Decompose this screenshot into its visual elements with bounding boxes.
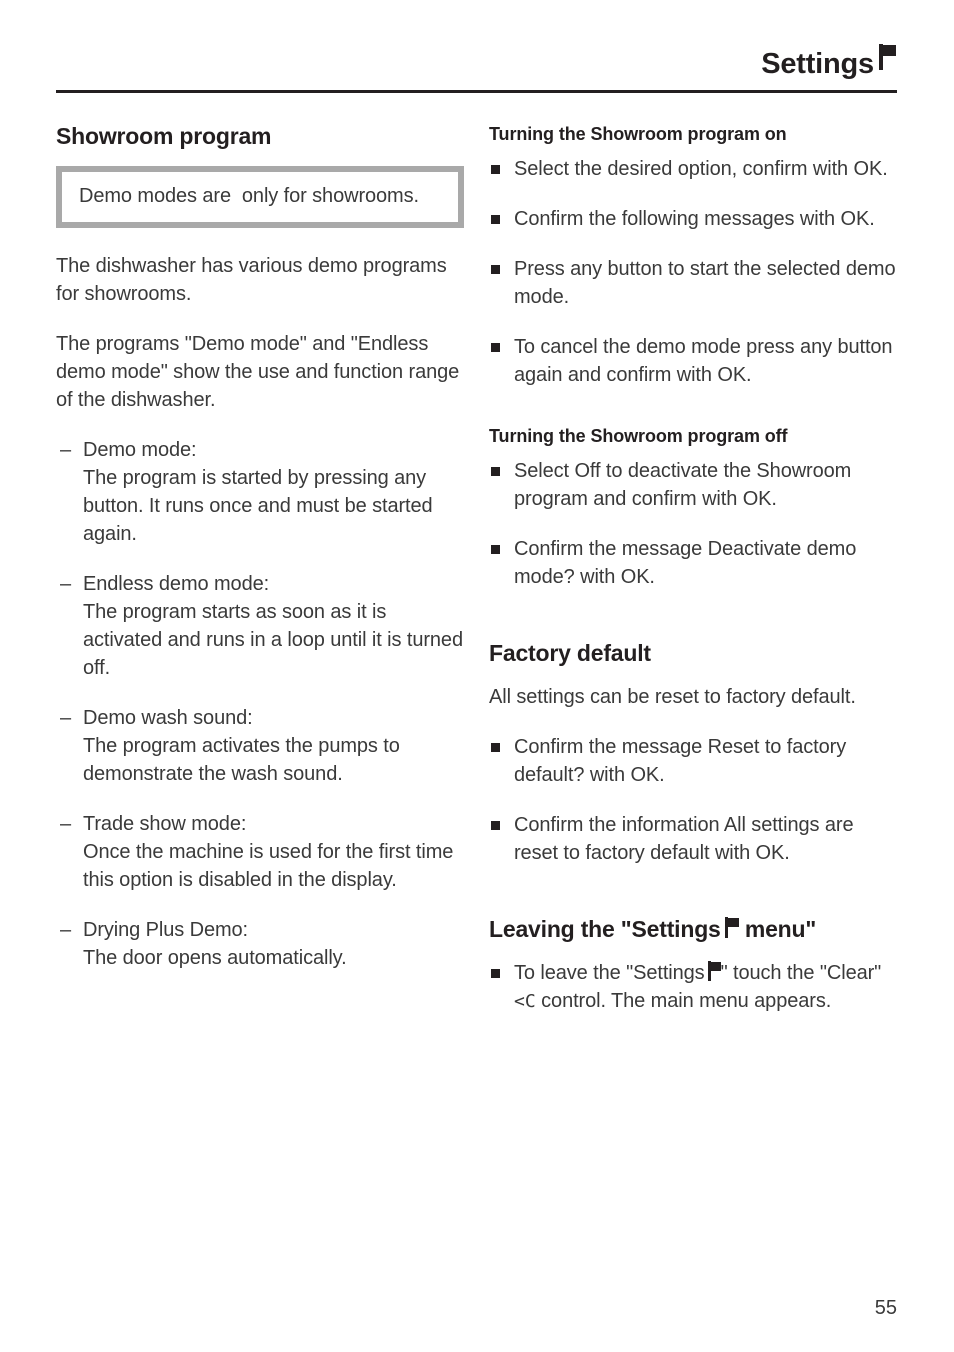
section-title-factory-default: Factory default [489, 640, 651, 666]
square-bullet-icon [491, 265, 500, 274]
list-item: – Endless demo mode: The program starts … [56, 570, 464, 682]
list-item-text-part3: control. The main menu appears. [541, 990, 832, 1012]
running-header: Settings [56, 44, 897, 81]
list-item-description: The program starts as soon as it is acti… [83, 601, 463, 679]
left-column: Showroom program Demo modes are only for… [56, 122, 464, 994]
subtitle-turning-showroom-on: Turning the Showroom program on [489, 124, 787, 144]
square-bullet-icon [491, 467, 500, 476]
list-item: To cancel the demo mode press any button… [489, 333, 897, 389]
paragraph-factory-default: All settings can be reset to factory def… [489, 686, 856, 708]
list-item-description: Once the machine is used for the first t… [83, 841, 454, 891]
list-item: Select the desired option, confirm with … [489, 155, 897, 183]
page-title: Settings [761, 47, 874, 80]
page-number: 55 [874, 1297, 897, 1319]
list-item: To leave the "Settings " touch the "Clear… [489, 959, 897, 1016]
list-item-term: Demo mode: [83, 439, 197, 461]
square-bullet-icon [491, 743, 500, 752]
list-item-term: Trade show mode: [83, 813, 247, 835]
square-bullet-icon [491, 215, 500, 224]
turning-on-steps: Select the desired option, confirm with … [489, 155, 897, 389]
paragraph-demo-programs: The programs "Demo mode" and "Endless de… [56, 333, 460, 411]
section-title-showroom-program: Showroom program [56, 123, 272, 149]
factory-default-steps: Confirm the message Reset to factory def… [489, 733, 897, 867]
list-item: Press any button to start the selected d… [489, 255, 897, 311]
list-item-text: To cancel the demo mode press any button… [514, 336, 893, 386]
list-item-text: Confirm the message Reset to factory def… [514, 736, 847, 786]
flag-icon [724, 917, 739, 938]
leaving-title-part1: Leaving the "Settings [489, 916, 721, 942]
list-item-term: Endless demo mode: [83, 573, 270, 595]
list-item-term: Demo wash sound: [83, 707, 253, 729]
leaving-title-part2: menu" [744, 916, 817, 942]
list-item-text-part1: To leave the "Settings [514, 962, 705, 984]
paragraph-dishwasher-demo: The dishwasher has various demo programs… [56, 255, 447, 305]
leaving-menu-steps: To leave the "Settings " touch the "Clear… [489, 959, 897, 1016]
list-item-text-part2: " touch the "Clear" [720, 962, 882, 984]
list-item-text: Select the desired option, confirm with … [514, 158, 888, 180]
note-box: Demo modes are only for showrooms. [56, 166, 464, 228]
right-column: Turning the Showroom program on Select t… [489, 122, 897, 1038]
list-item-text: Select Off to deactivate the Showroom pr… [514, 460, 852, 510]
list-item: Confirm the message Deactivate demo mode… [489, 535, 897, 591]
list-item-description: The program is started by pressing any b… [83, 467, 433, 545]
dash-marker: – [60, 813, 72, 835]
list-item: – Drying Plus Demo: The door opens autom… [56, 916, 464, 972]
square-bullet-icon [491, 969, 500, 978]
turning-off-steps: Select Off to deactivate the Showroom pr… [489, 457, 897, 591]
dash-marker: – [60, 439, 72, 461]
list-item-description: The program activates the pumps to demon… [83, 735, 400, 785]
list-item: Confirm the message Reset to factory def… [489, 733, 897, 789]
list-item: – Trade show mode: Once the machine is u… [56, 810, 464, 894]
note-box-text: Demo modes are only for showrooms. [79, 185, 419, 207]
flag-icon [879, 44, 896, 70]
subtitle-turning-showroom-off: Turning the Showroom program off [489, 426, 788, 446]
square-bullet-icon [491, 343, 500, 352]
dash-marker: – [60, 707, 72, 729]
square-bullet-icon [491, 545, 500, 554]
list-item: – Demo mode: The program is started by p… [56, 436, 464, 548]
list-item: Confirm the information All settings are… [489, 811, 897, 867]
square-bullet-icon [491, 165, 500, 174]
list-item-text: Press any button to start the selected d… [514, 258, 896, 308]
dash-marker: – [60, 919, 72, 941]
header-divider [56, 90, 897, 93]
list-item-term: Drying Plus Demo: [83, 919, 249, 941]
list-item: Confirm the following messages with OK. [489, 205, 897, 233]
list-item: Select Off to deactivate the Showroom pr… [489, 457, 897, 513]
demo-mode-list: – Demo mode: The program is started by p… [56, 436, 464, 972]
square-bullet-icon [491, 821, 500, 830]
list-item-description: The door opens automatically. [83, 947, 347, 969]
flag-icon [707, 961, 721, 981]
list-item-text: Confirm the information All settings are… [514, 814, 854, 864]
list-item-text: Confirm the message Deactivate demo mode… [514, 538, 857, 588]
list-item-text: Confirm the following messages with OK. [514, 208, 875, 230]
list-item: – Demo wash sound: The program activates… [56, 704, 464, 788]
document-page: Settings Showroom program Demo modes are… [0, 0, 954, 1352]
section-title-leaving-settings-menu: Leaving the "Settings menu" [489, 915, 897, 943]
dash-marker: – [60, 573, 72, 595]
clear-control-glyph: <C [514, 991, 536, 1012]
